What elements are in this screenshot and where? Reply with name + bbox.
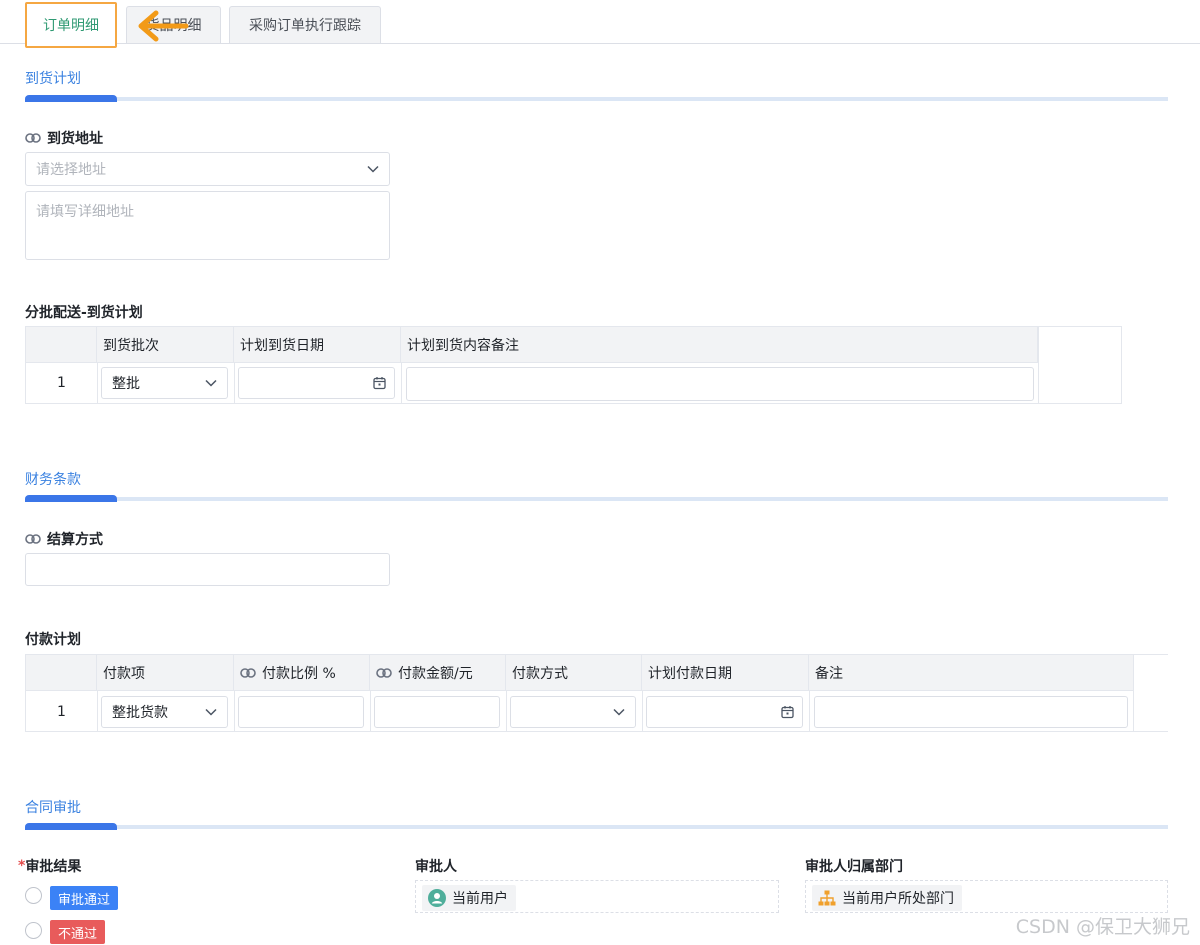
section-divider [25, 95, 1168, 102]
address-label-text: 到货地址 [47, 131, 103, 147]
column-header: 计划付款日期 [642, 655, 809, 691]
department-value: 当前用户所处部门 [842, 891, 954, 907]
payment-ratio-input[interactable] [238, 696, 364, 728]
chevron-down-icon [205, 379, 217, 387]
department-label: 审批人归属部门 [805, 856, 903, 876]
chevron-down-icon [367, 165, 379, 173]
user-icon [428, 889, 446, 907]
chevron-down-icon [613, 708, 625, 716]
department-label-text: 审批人归属部门 [805, 859, 903, 875]
payment-table: 付款项 付款比例 % 付款金额/元 付款方式 计划付款日期 备注 1 整批货款 [25, 654, 1168, 732]
tab-po-tracking[interactable]: 采购订单执行跟踪 [229, 6, 381, 43]
payment-title: 付款计划 [25, 629, 81, 649]
batch-title: 分批配送-到货计划 [25, 302, 143, 322]
section-divider [25, 823, 1168, 830]
batch-table: 到货批次 计划到货日期 计划到货内容备注 1 整批 [25, 326, 1122, 404]
address-detail-placeholder: 请填写详细地址 [36, 204, 134, 220]
payment-item-select[interactable]: 整批货款 [101, 696, 228, 728]
settlement-input[interactable] [25, 553, 390, 586]
column-header-text: 付款比例 % [262, 666, 336, 682]
arrival-date-picker[interactable] [238, 367, 395, 399]
link-icon [25, 133, 41, 143]
radio-pass[interactable] [25, 887, 42, 904]
table-header: 到货批次 计划到货日期 计划到货内容备注 [26, 327, 1038, 363]
payment-date-picker[interactable] [646, 696, 803, 728]
column-header: 计划到货日期 [234, 327, 401, 363]
arrow-left-icon [138, 10, 189, 42]
payment-item-value: 整批货款 [112, 705, 168, 721]
org-chart-icon [818, 890, 836, 906]
tab-order-detail[interactable]: 订单明细 [25, 2, 117, 48]
approver-label: 审批人 [415, 856, 457, 876]
row-index: 1 [57, 704, 66, 720]
approver-chip: 当前用户 [422, 885, 516, 911]
payment-amount-input[interactable] [374, 696, 500, 728]
address-select[interactable]: 请选择地址 [25, 152, 390, 186]
approver-value: 当前用户 [452, 891, 508, 907]
column-header: 计划到货内容备注 [401, 327, 1038, 363]
address-select-placeholder: 请选择地址 [36, 162, 106, 178]
payment-title-text: 付款计划 [25, 632, 81, 648]
chevron-down-icon [205, 708, 217, 716]
column-header: 付款比例 % [234, 655, 370, 691]
approve-reject-badge[interactable]: 不通过 [50, 920, 106, 944]
row-index: 1 [57, 375, 66, 391]
index-header [26, 327, 97, 363]
column-header: 付款金额/元 [370, 655, 506, 691]
calendar-icon [373, 377, 386, 390]
calendar-icon [781, 706, 794, 719]
approval-result-label: * 审批结果 [18, 856, 81, 876]
approval-result-label-text: 审批结果 [25, 859, 82, 875]
section-divider [25, 495, 1168, 502]
column-header-text: 付款金额/元 [398, 666, 473, 682]
approver-label-text: 审批人 [415, 859, 457, 875]
watermark: CSDN @保卫大狮兄 [1015, 916, 1190, 938]
column-header: 到货批次 [97, 327, 234, 363]
arrival-note-input[interactable] [406, 367, 1034, 401]
index-header [26, 655, 97, 691]
radio-reject[interactable] [25, 922, 42, 939]
link-icon [240, 668, 256, 678]
link-icon [25, 534, 41, 544]
payment-note-input[interactable] [814, 696, 1128, 728]
batch-select-value: 整批 [112, 376, 140, 392]
column-header: 付款方式 [506, 655, 642, 691]
address-label: 到货地址 [25, 128, 103, 148]
batch-select[interactable]: 整批 [101, 367, 228, 399]
batch-title-text: 分批配送-到货计划 [25, 305, 143, 321]
section-title-finance: 财务条款 [25, 472, 81, 488]
required-mark: * [18, 858, 26, 874]
section-title-arrival: 到货计划 [25, 71, 81, 87]
approve-pass-badge[interactable]: 审批通过 [50, 886, 119, 910]
address-detail-textarea[interactable]: 请填写详细地址 [25, 191, 390, 260]
column-header: 付款项 [97, 655, 234, 691]
settlement-label-text: 结算方式 [47, 532, 103, 548]
payment-method-select[interactable] [510, 696, 636, 728]
table-header: 付款项 付款比例 % 付款金额/元 付款方式 计划付款日期 备注 [26, 655, 1133, 691]
section-title-approval: 合同审批 [25, 800, 81, 816]
link-icon [376, 668, 392, 678]
department-chip: 当前用户所处部门 [812, 885, 962, 911]
column-header: 备注 [815, 666, 843, 682]
settlement-label: 结算方式 [25, 529, 103, 549]
